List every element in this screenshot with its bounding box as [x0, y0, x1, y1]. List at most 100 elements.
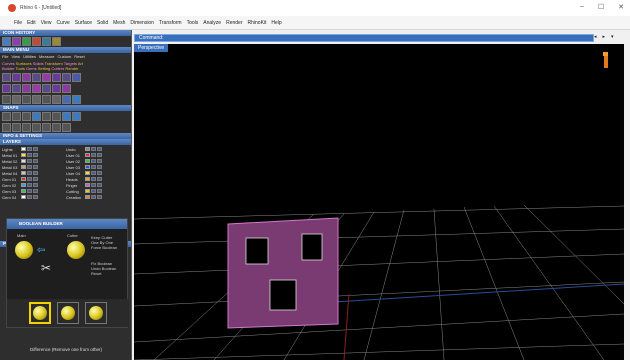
layers-grid: Lights Metal 01 Metal 02 Metal 03 Metal … [0, 145, 131, 201]
link-tools[interactable]: Tools [16, 66, 25, 71]
link-render[interactable]: Render [65, 66, 78, 71]
tool-icon[interactable] [22, 95, 31, 104]
cutter-object-sphere-icon[interactable] [67, 241, 85, 259]
snap-icon[interactable] [42, 123, 51, 132]
tool-icon[interactable] [2, 73, 11, 82]
perspective-viewport[interactable]: Perspective [134, 44, 624, 360]
tool-icon[interactable] [62, 84, 71, 93]
layer-row[interactable]: Creation [66, 194, 128, 200]
snap-icon[interactable] [52, 123, 61, 132]
snap-icon[interactable] [22, 112, 31, 121]
menu-solid[interactable]: Solid [97, 20, 108, 26]
tool-icon[interactable] [72, 95, 81, 104]
maximize-button[interactable]: ☐ [598, 3, 604, 11]
link-cutters[interactable]: Cutters [51, 66, 64, 71]
tab-reset[interactable]: Reset [74, 54, 84, 59]
link-gems[interactable]: Gems [26, 66, 37, 71]
tool-icon[interactable] [62, 95, 71, 104]
snap-icon[interactable] [12, 123, 21, 132]
menu-render[interactable]: Render [226, 20, 242, 26]
window-opening [301, 233, 323, 261]
history-icon[interactable] [2, 37, 11, 46]
history-icon[interactable] [42, 37, 51, 46]
snap-icon[interactable] [32, 123, 41, 132]
tool-icon[interactable] [52, 84, 61, 93]
gumball-icon[interactable] [600, 52, 612, 70]
tool-icon[interactable] [32, 84, 41, 93]
snap-icon[interactable] [42, 112, 51, 121]
tool-icon[interactable] [12, 84, 21, 93]
layer-row[interactable]: Gem 04 [2, 194, 64, 200]
tool-icon[interactable] [52, 73, 61, 82]
union-button[interactable] [57, 302, 79, 324]
menu-edit[interactable]: Edit [27, 20, 36, 26]
snap-icon[interactable] [72, 112, 81, 121]
tool-icon[interactable] [22, 73, 31, 82]
snap-icon[interactable] [12, 112, 21, 121]
tool-icon[interactable] [2, 84, 11, 93]
tool-icon[interactable] [32, 73, 41, 82]
history-icon[interactable] [22, 37, 31, 46]
close-button[interactable]: ✕ [618, 3, 624, 11]
tab-file[interactable]: File [2, 54, 8, 59]
menu-rhinokit[interactable]: RhinoKit [248, 20, 267, 26]
snaps-row-2 [0, 122, 131, 133]
snap-icon[interactable] [2, 123, 11, 132]
nav-menu-button[interactable]: ▾ [611, 34, 614, 40]
reset-option[interactable]: Reset [91, 271, 116, 276]
snap-icon[interactable] [32, 112, 41, 121]
tab-custom[interactable]: Custom [58, 54, 72, 59]
menu-dimension[interactable]: Dimension [130, 20, 154, 26]
history-icon[interactable] [52, 37, 61, 46]
difference-button[interactable] [29, 302, 51, 324]
tool-icon[interactable] [42, 84, 51, 93]
tool-icon[interactable] [52, 95, 61, 104]
history-icon[interactable] [12, 37, 21, 46]
boolean-builder-title: BOOLEAN BUILDER [7, 219, 127, 229]
snap-icon[interactable] [62, 123, 71, 132]
tool-icon[interactable] [42, 73, 51, 82]
tool-icon[interactable] [42, 95, 51, 104]
nav-prev-button[interactable]: ◂ [594, 34, 597, 40]
tool-icon[interactable] [32, 95, 41, 104]
nav-next-button[interactable]: ▸ [603, 34, 606, 40]
tab-utilities[interactable]: Utilities [23, 54, 36, 59]
menu-help[interactable]: Help [271, 20, 281, 26]
menu-file[interactable]: File [14, 20, 22, 26]
menu-curve[interactable]: Curve [56, 20, 69, 26]
viewport-label[interactable]: Perspective [134, 44, 169, 52]
wall-object[interactable] [227, 217, 339, 329]
snap-icon[interactable] [2, 112, 11, 121]
link-setting[interactable]: Setting [38, 66, 50, 71]
tool-icon[interactable] [2, 95, 11, 104]
tool-icon[interactable] [72, 73, 81, 82]
tool-icon[interactable] [12, 95, 21, 104]
tool-icon[interactable] [22, 84, 31, 93]
tab-view[interactable]: View [11, 54, 20, 59]
scissors-icon[interactable]: ✂ [41, 261, 51, 275]
tool-icon[interactable] [12, 73, 21, 82]
menu-view[interactable]: View [41, 20, 52, 26]
main-object-sphere-icon[interactable] [15, 241, 33, 259]
main-menu-tabs: File View Utilities Measure Custom Reset [0, 53, 131, 60]
menu-mesh[interactable]: Mesh [113, 20, 125, 26]
menu-surface[interactable]: Surface [75, 20, 92, 26]
menu-tools[interactable]: Tools [187, 20, 199, 26]
command-bar[interactable]: Command: [134, 34, 594, 42]
tool-icon-row-3 [0, 94, 131, 105]
history-icon[interactable] [32, 37, 41, 46]
menu-analyze[interactable]: Analyze [203, 20, 221, 26]
tool-icon[interactable] [62, 73, 71, 82]
snap-icon[interactable] [62, 112, 71, 121]
snap-icon[interactable] [22, 123, 31, 132]
minimize-button[interactable]: – [580, 3, 584, 11]
snap-icon[interactable] [52, 112, 61, 121]
tab-measure[interactable]: Measure [39, 54, 55, 59]
rhino-app-icon [8, 4, 16, 12]
intersection-button[interactable] [85, 302, 107, 324]
link-builder[interactable]: Builder [2, 66, 14, 71]
force-boolean-option[interactable]: Force Boolean [91, 245, 117, 250]
boolean-options-top: Keep Cutter One By One Force Boolean [91, 235, 117, 250]
menu-transform[interactable]: Transform [159, 20, 182, 26]
union-icon [61, 306, 75, 320]
